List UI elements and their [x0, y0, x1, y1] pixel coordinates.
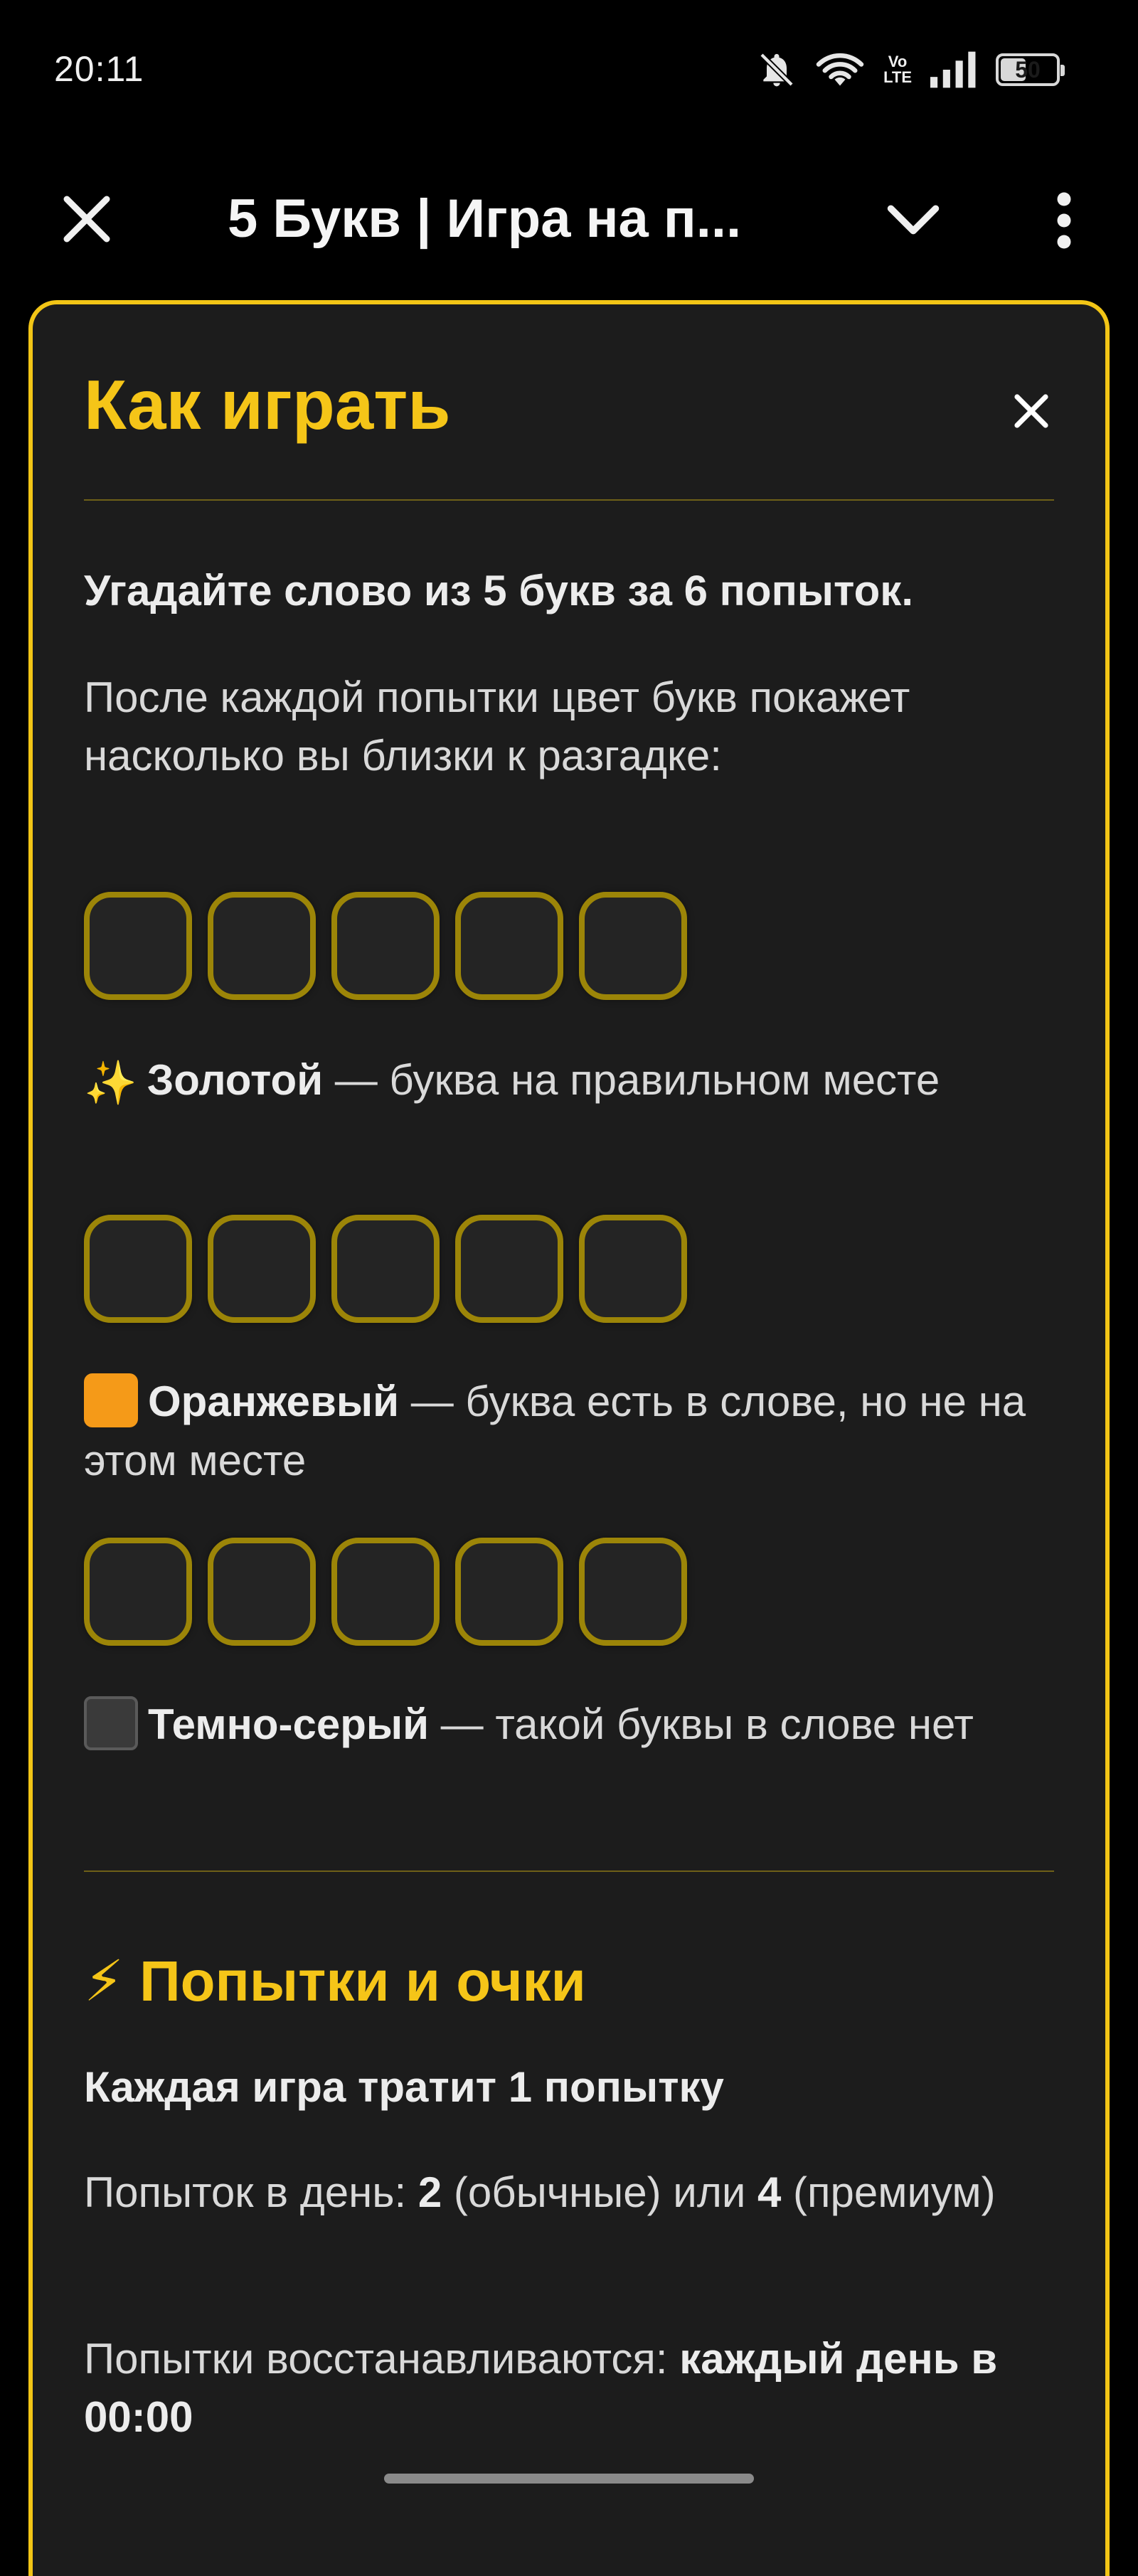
status-icons: Vo LTE 50: [757, 50, 1065, 90]
letter-tile: [208, 1538, 316, 1646]
modal-close-icon[interactable]: [1011, 391, 1051, 431]
letter-tile: [208, 892, 316, 1000]
example-tiles-gold: [84, 892, 687, 1000]
letter-tile: [331, 892, 440, 1000]
status-bar: 20:11 Vo LTE 50: [0, 0, 1138, 142]
attempts-per-day-label: Попыток в день:: [84, 2168, 418, 2216]
notifications-off-icon: [760, 53, 794, 87]
legend-gold: ✨ Золотой — буква на правильном месте: [84, 1051, 1054, 1112]
legend-dark: Темно-серый — такой буквы в слове нет: [84, 1696, 1054, 1755]
letter-tile: [579, 892, 687, 1000]
letter-tile: [455, 892, 563, 1000]
home-indicator[interactable]: [384, 2474, 754, 2484]
attempts-reset-text: Попытки восстанавливаются: каждый день в…: [84, 2330, 1054, 2447]
attempts-reset-label: Попытки восстанавливаются:: [84, 2335, 680, 2383]
attempts-title-text: Попытки и очки: [139, 1949, 586, 2013]
example-tiles-dark: [84, 1538, 687, 1646]
letter-tile: [455, 1538, 563, 1646]
attempts-premium-label: (премиум): [781, 2168, 996, 2216]
letter-tile: [579, 1538, 687, 1646]
letter-tile: [84, 892, 192, 1000]
legend-gold-name: Золотой: [147, 1056, 324, 1104]
attempts-regular-label: (обычные) или: [442, 2168, 758, 2216]
legend-gold-text: — буква на правильном месте: [323, 1056, 940, 1104]
more-vert-icon[interactable]: [1043, 185, 1085, 256]
letter-tile: [84, 1538, 192, 1646]
description-text: После каждой попытки цвет букв покажет н…: [84, 674, 910, 779]
wifi-icon: [816, 53, 864, 86]
legend-orange: Оранжевый — буква есть в слове, но не на…: [84, 1373, 1054, 1490]
battery-icon: 50: [996, 53, 1065, 86]
modal-title: Как играть: [84, 366, 451, 444]
legend-orange-name: Оранжевый: [148, 1378, 400, 1425]
orange-square-icon: [84, 1373, 138, 1428]
battery-level: 50: [1015, 56, 1041, 83]
chevron-down-icon[interactable]: [883, 191, 943, 250]
sparkles-icon: ✨: [84, 1059, 137, 1107]
attempts-regular-count: 2: [418, 2168, 442, 2216]
letter-tile: [455, 1215, 563, 1323]
page-title: 5 Букв | Игра на п...: [228, 188, 742, 249]
signal-icon: [930, 51, 976, 88]
letter-tile: [208, 1215, 316, 1323]
attempts-section-title: ⚡ Попытки и очки: [84, 1953, 586, 2010]
volte-indicator: Vo LTE: [883, 54, 912, 85]
divider: [84, 499, 1054, 501]
volte-label: Vo: [888, 53, 908, 70]
close-icon[interactable]: [58, 191, 115, 248]
intro-text: Угадайте слово из 5 букв за 6 попыток.: [84, 567, 913, 614]
lightning-icon: ⚡: [84, 1949, 124, 2013]
attempts-cost-text: Каждая игра тратит 1 попытку: [84, 2063, 724, 2111]
attempts-per-day-text: Попыток в день: 2 (обычные) или 4 (преми…: [84, 2163, 1054, 2222]
status-time: 20:11: [54, 49, 144, 89]
divider: [84, 1870, 1054, 1872]
letter-tile: [579, 1215, 687, 1323]
attempts-premium-count: 4: [757, 2168, 782, 2216]
browser-toolbar: 5 Букв | Игра на п...: [0, 156, 1138, 277]
how-to-play-modal: Как играть Угадайте слово из 5 букв за 6…: [28, 300, 1110, 2576]
legend-dark-text: — такой буквы в слове нет: [429, 1701, 974, 1748]
example-tiles-orange: [84, 1215, 687, 1323]
letter-tile: [331, 1215, 440, 1323]
battery-cap: [1060, 65, 1065, 76]
letter-tile: [84, 1215, 192, 1323]
lte-label: LTE: [883, 68, 912, 86]
letter-tile: [331, 1538, 440, 1646]
dark-square-icon: [84, 1696, 138, 1751]
legend-dark-name: Темно-серый: [148, 1701, 430, 1748]
